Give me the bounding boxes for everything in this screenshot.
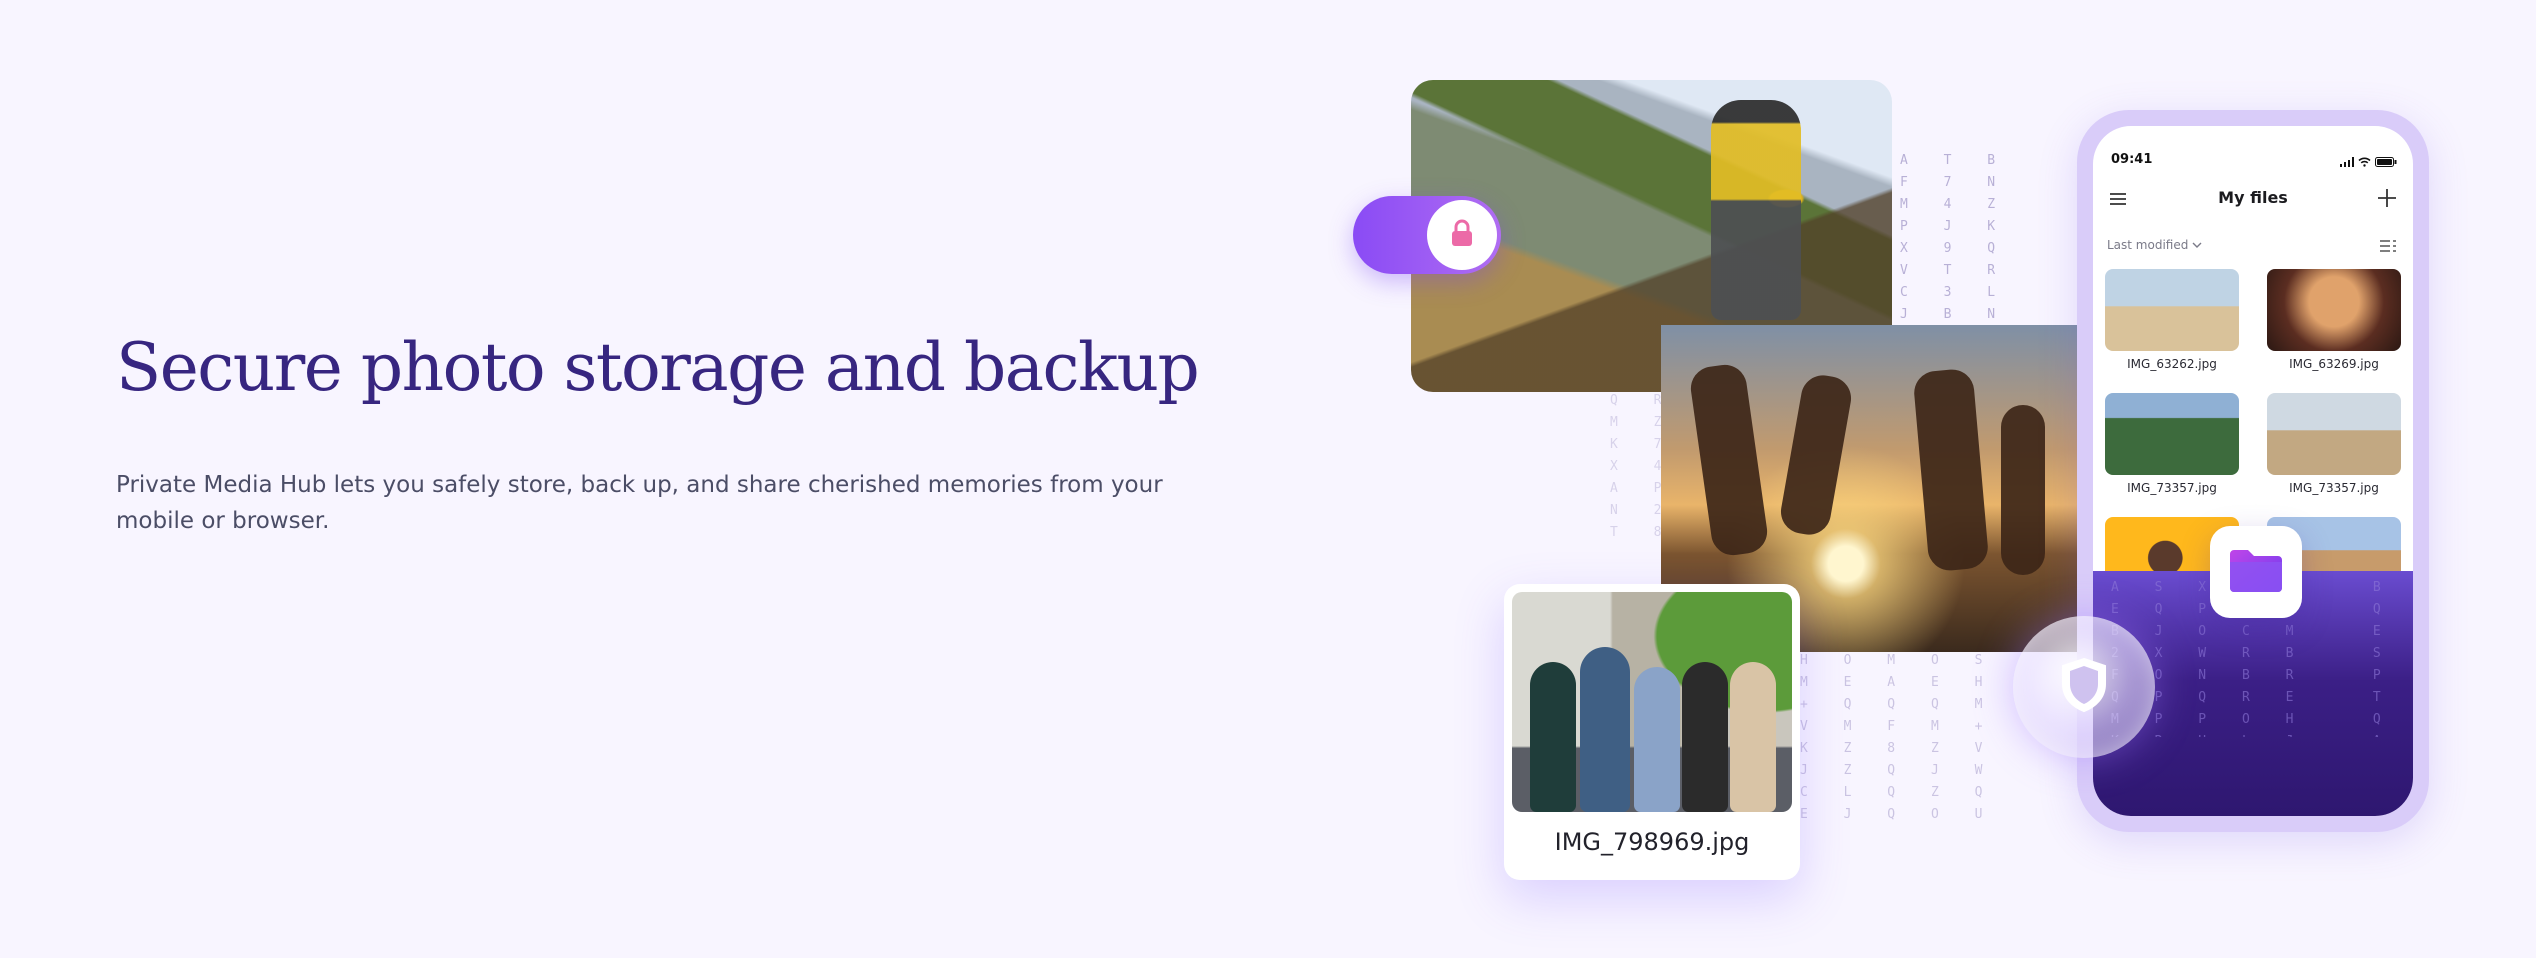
hero-title: Secure photo storage and backup <box>116 329 1200 406</box>
encryption-pattern: A T B H F 7 N K M 4 Z 2 P J K R X 9 Q A … <box>1900 153 2010 322</box>
shield-icon <box>2059 656 2109 718</box>
chevron-down-icon <box>2192 238 2202 252</box>
screen-title: My files <box>2218 188 2288 207</box>
privacy-toggle[interactable] <box>1353 196 1501 274</box>
file-tile[interactable]: IMG_73357.jpg <box>2105 393 2239 495</box>
person-figure <box>1682 662 1728 812</box>
file-thumbnail <box>2267 393 2401 475</box>
file-thumbnail <box>2105 393 2239 475</box>
person-figure <box>1530 662 1576 812</box>
toggle-knob <box>1427 200 1497 270</box>
list-view-icon[interactable] <box>2379 238 2397 252</box>
hiker-figure <box>1711 100 1801 320</box>
photo-card[interactable]: IMG_798969.jpg <box>1504 584 1800 880</box>
file-name: IMG_73357.jpg <box>2127 481 2217 495</box>
folder-badge <box>2210 526 2302 618</box>
file-name: IMG_63262.jpg <box>2127 357 2217 371</box>
person-figure <box>1730 662 1776 812</box>
person-silhouette <box>2001 405 2045 575</box>
file-name: IMG_73357.jpg <box>2289 481 2379 495</box>
file-tile[interactable]: IMG_73357.jpg <box>2267 393 2401 495</box>
file-thumbnail <box>2267 269 2401 351</box>
person-silhouette <box>1688 362 1770 558</box>
plus-icon[interactable] <box>2375 186 2399 210</box>
file-tile[interactable]: IMG_63262.jpg <box>2105 269 2239 371</box>
file-tile[interactable]: IMG_63269.jpg <box>2267 269 2401 371</box>
sort-label: Last modified <box>2107 238 2189 252</box>
encryption-pattern: H O M O S X B L M E A E H 7 M P + Q Q Q … <box>1800 653 1997 822</box>
file-name: IMG_63269.jpg <box>2289 357 2379 371</box>
status-icons <box>2340 152 2397 171</box>
person-figure <box>1634 667 1680 812</box>
person-silhouette <box>1777 371 1855 539</box>
friends-photo <box>1512 592 1792 812</box>
signal-icon <box>2340 152 2354 171</box>
folder-icon <box>2228 546 2284 598</box>
file-thumbnail <box>2105 269 2239 351</box>
status-time: 09:41 <box>2111 152 2153 167</box>
person-silhouette <box>1912 367 1990 573</box>
wifi-icon <box>2358 152 2371 171</box>
shield-badge <box>2013 616 2155 758</box>
sort-selector[interactable]: Last modified <box>2107 238 2202 252</box>
lock-icon <box>1449 218 1475 252</box>
person-figure <box>1580 647 1630 812</box>
battery-icon <box>2375 152 2397 171</box>
photo-filename: IMG_798969.jpg <box>1554 828 1750 856</box>
hero-description: Private Media Hub lets you safely store,… <box>116 472 1163 534</box>
